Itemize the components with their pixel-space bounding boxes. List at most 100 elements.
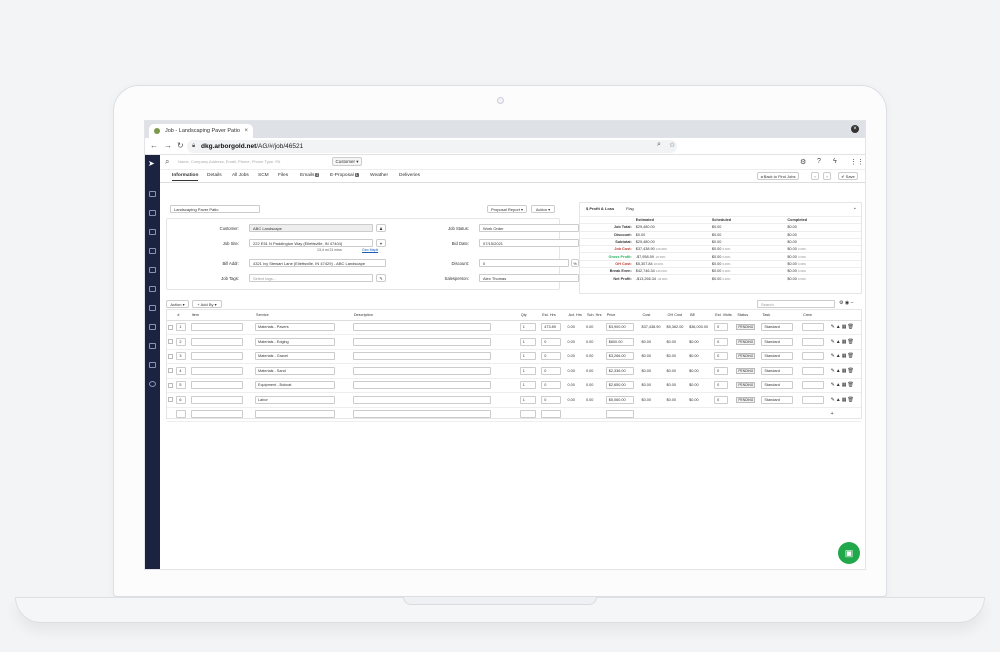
- description-input[interactable]: [352, 323, 491, 332]
- grid-header[interactable]: Est. Hrs: [540, 310, 567, 321]
- discount-input[interactable]: 0: [479, 259, 569, 267]
- bid-date-input[interactable]: 07/15/2021: [479, 239, 579, 247]
- table-row[interactable]: 1 Materials - Pavers 1 473.89 0.00 0.00 $3,900…: [167, 320, 861, 335]
- qty-input[interactable]: 1: [519, 395, 536, 404]
- trash-icon[interactable]: 🗑︎: [847, 339, 853, 345]
- grid-header[interactable]: Price: [604, 310, 641, 321]
- bookmark-star-icon[interactable]: ☆: [669, 141, 675, 149]
- est-hrs-input[interactable]: 0: [541, 366, 562, 375]
- add-row-icon[interactable]: +: [831, 411, 834, 417]
- calendar-icon[interactable]: ▦: [842, 353, 847, 359]
- new-row-input[interactable]: [541, 410, 562, 419]
- crew-select[interactable]: [801, 395, 824, 404]
- item-input[interactable]: [190, 337, 243, 346]
- crew-select[interactable]: [801, 381, 824, 390]
- upload-icon[interactable]: ▲: [836, 339, 841, 345]
- customer-field[interactable]: ABC Landscape: [249, 224, 373, 232]
- customer-user-icon[interactable]: ♟: [376, 224, 386, 232]
- new-row-input[interactable]: [352, 410, 491, 419]
- tab-e-proposal[interactable]: E-Proposal 1: [330, 173, 359, 178]
- item-input[interactable]: [190, 366, 243, 375]
- calendar-icon[interactable]: ▦: [842, 368, 847, 374]
- tab-weather[interactable]: Weather: [370, 173, 388, 178]
- document-icon[interactable]: [149, 305, 156, 311]
- grid-header[interactable]: Act. Hrs: [566, 310, 585, 321]
- add-by-button[interactable]: + Add By ▾: [192, 300, 222, 308]
- qty-input[interactable]: 1: [519, 323, 536, 332]
- status-badge[interactable]: PENDING: [736, 382, 756, 389]
- global-search-input[interactable]: Name, Company Address, Email, Phone, Pho…: [178, 159, 318, 164]
- table-row[interactable]: 5 Equipment - Bobcat 1 0 0.00 0.00 $2,650.00 $0…: [167, 378, 861, 393]
- edit-icon[interactable]: ✎: [831, 382, 835, 388]
- calendar-icon[interactable]: ▦: [842, 324, 847, 330]
- grid-tools-icon[interactable]: ⚙ ◉ –: [839, 300, 853, 306]
- tab-deliveries[interactable]: Deliveries: [399, 173, 420, 178]
- crew-select[interactable]: [801, 366, 824, 375]
- item-input[interactable]: [190, 381, 243, 390]
- new-row[interactable]: +: [167, 407, 861, 422]
- collapse-chevron-icon[interactable]: ⌄: [853, 205, 857, 211]
- grid-header[interactable]: Cost: [640, 310, 666, 321]
- reports-icon[interactable]: [149, 324, 156, 330]
- est-visits-input[interactable]: 0: [714, 366, 729, 375]
- description-input[interactable]: [352, 366, 491, 375]
- megaphone-icon[interactable]: [149, 362, 156, 368]
- upload-icon[interactable]: ▲: [836, 382, 841, 388]
- edit-icon[interactable]: ✎: [831, 353, 835, 359]
- est-hrs-input[interactable]: 0: [541, 381, 562, 390]
- grid-header[interactable]: OH Cost: [665, 310, 689, 321]
- description-input[interactable]: [352, 381, 491, 390]
- item-input[interactable]: [190, 323, 243, 332]
- invoice-icon[interactable]: [149, 267, 156, 273]
- est-visits-input[interactable]: 0: [714, 381, 729, 390]
- url-field[interactable]: 🔒︎ dkg.arborgold.net/AG/#/job/46521: [187, 140, 677, 153]
- trash-icon[interactable]: 🗑︎: [847, 324, 853, 330]
- upload-icon[interactable]: ▲: [836, 368, 841, 374]
- est-hrs-input[interactable]: 473.89: [541, 323, 562, 332]
- price-input[interactable]: $3,266.00: [605, 352, 634, 361]
- row-checkbox[interactable]: [168, 382, 173, 388]
- price-input[interactable]: $2,650.00: [605, 381, 634, 390]
- app-logo-icon[interactable]: ➤: [148, 159, 155, 168]
- task-select[interactable]: Standard: [761, 352, 794, 361]
- row-checkbox[interactable]: [168, 368, 173, 374]
- tab-close-icon[interactable]: ×: [244, 124, 248, 138]
- trash-icon[interactable]: 🗑︎: [847, 368, 853, 374]
- grid-header[interactable]: Task: [760, 310, 801, 321]
- upload-icon[interactable]: ▲: [836, 324, 841, 330]
- list-icon[interactable]: [149, 286, 156, 292]
- qty-input[interactable]: 1: [519, 352, 536, 361]
- est-hrs-input[interactable]: 0: [541, 395, 562, 404]
- row-number-input[interactable]: 2: [176, 337, 187, 346]
- calendar-icon[interactable]: ▦: [842, 397, 847, 403]
- crew-select[interactable]: [801, 352, 824, 361]
- task-select[interactable]: Standard: [761, 366, 794, 375]
- description-input[interactable]: [352, 352, 491, 361]
- grid-search-input[interactable]: Search: [757, 300, 835, 308]
- status-badge[interactable]: PENDING: [736, 353, 756, 360]
- task-select[interactable]: Standard: [761, 395, 794, 404]
- row-checkbox[interactable]: [168, 397, 173, 403]
- row-number-input[interactable]: 3: [176, 352, 187, 361]
- table-row[interactable]: 6 Labor 1 0 0.00 0.00 $5,060.00 $0.00 $0.00 $0.00…: [167, 392, 861, 408]
- tab-emails[interactable]: Emails 2: [300, 173, 320, 178]
- grid-header[interactable]: Sch. Hrs: [584, 310, 605, 321]
- upload-icon[interactable]: ▲: [836, 397, 841, 403]
- tab-files[interactable]: Files: [278, 173, 288, 178]
- status-badge[interactable]: PENDING: [736, 367, 756, 374]
- service-input[interactable]: Materials - Pavers: [255, 323, 336, 332]
- search-icon[interactable]: ⌕: [165, 157, 169, 167]
- est-visits-input[interactable]: 0: [714, 337, 729, 346]
- est-visits-input[interactable]: 0: [714, 323, 729, 332]
- help-icon[interactable]: ?: [817, 158, 821, 165]
- grid-header[interactable]: [829, 310, 861, 321]
- grid-header[interactable]: Crew: [800, 310, 830, 321]
- table-row[interactable]: 4 Materials - Sand 1 0 0.00 0.00 $2,336.00 $0.0…: [167, 363, 861, 379]
- price-input[interactable]: $2,336.00: [605, 366, 634, 375]
- trash-icon[interactable]: 🗑︎: [847, 353, 853, 359]
- qty-input[interactable]: 1: [519, 366, 536, 375]
- item-input[interactable]: [190, 352, 243, 361]
- price-input[interactable]: $600.00: [605, 337, 634, 346]
- bill-addr-select[interactable]: 4321 Ivy Stewart Lane (Ellettsville, IN …: [249, 259, 386, 267]
- row-checkbox[interactable]: [168, 324, 173, 330]
